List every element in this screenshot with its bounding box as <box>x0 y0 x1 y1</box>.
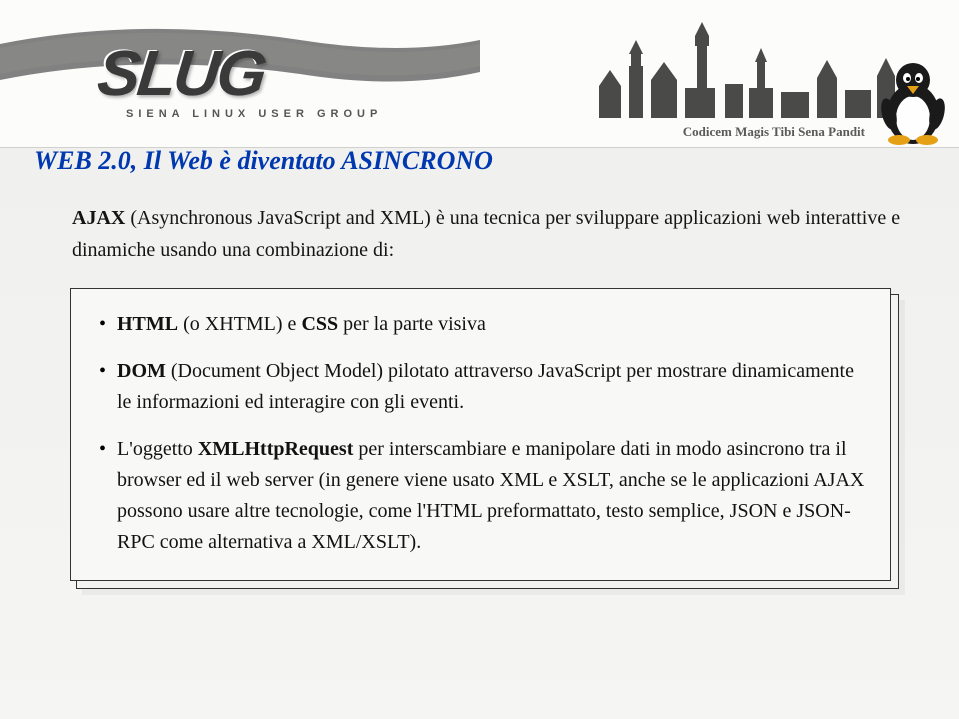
bullet-2-bold1: DOM <box>117 360 166 382</box>
logo-area: SLUG SIENA LINUX USER GROUP <box>0 0 480 148</box>
bullet-1-t2: per la parte visiva <box>338 313 486 335</box>
bullet-1-bold2: CSS <box>301 313 338 335</box>
bullet-2: DOM (Document Object Model) pilotato att… <box>99 356 866 418</box>
header-banner: SLUG SIENA LINUX USER GROUP <box>0 0 959 148</box>
intro-rest: (Asynchronous JavaScript and XML) è una … <box>72 207 900 261</box>
bullet-1: HTML (o XHTML) e CSS per la parte visiva <box>99 309 866 340</box>
logo-subtitle: SIENA LINUX USER GROUP <box>126 108 382 120</box>
bullet-box-shadow: HTML (o XHTML) e CSS per la parte visiva… <box>76 294 899 589</box>
slide-title: WEB 2.0, Il Web è diventato ASINCRONO <box>34 146 925 176</box>
bullet-3: L'oggetto XMLHttpRequest per interscambi… <box>99 434 866 558</box>
intro-paragraph: AJAX (Asynchronous JavaScript and XML) è… <box>72 202 907 266</box>
banner-right: Codicem Magis Tibi Sena Pandit <box>499 0 959 148</box>
slide-content: WEB 2.0, Il Web è diventato ASINCRONO AJ… <box>0 138 959 589</box>
bullet-2-t1: (Document Object Model) pilotato attrave… <box>117 360 854 413</box>
bullet-3-bold1: XMLHttpRequest <box>198 438 354 460</box>
penguin-icon <box>873 56 953 146</box>
bullet-1-t1: (o XHTML) e <box>178 313 301 335</box>
logo-text: SLUG <box>94 36 268 110</box>
bullet-3-t0: L'oggetto <box>117 438 198 460</box>
bullet-box: HTML (o XHTML) e CSS per la parte visiva… <box>70 288 891 581</box>
intro-bold: AJAX <box>72 207 125 229</box>
bullet-1-bold1: HTML <box>117 313 178 335</box>
